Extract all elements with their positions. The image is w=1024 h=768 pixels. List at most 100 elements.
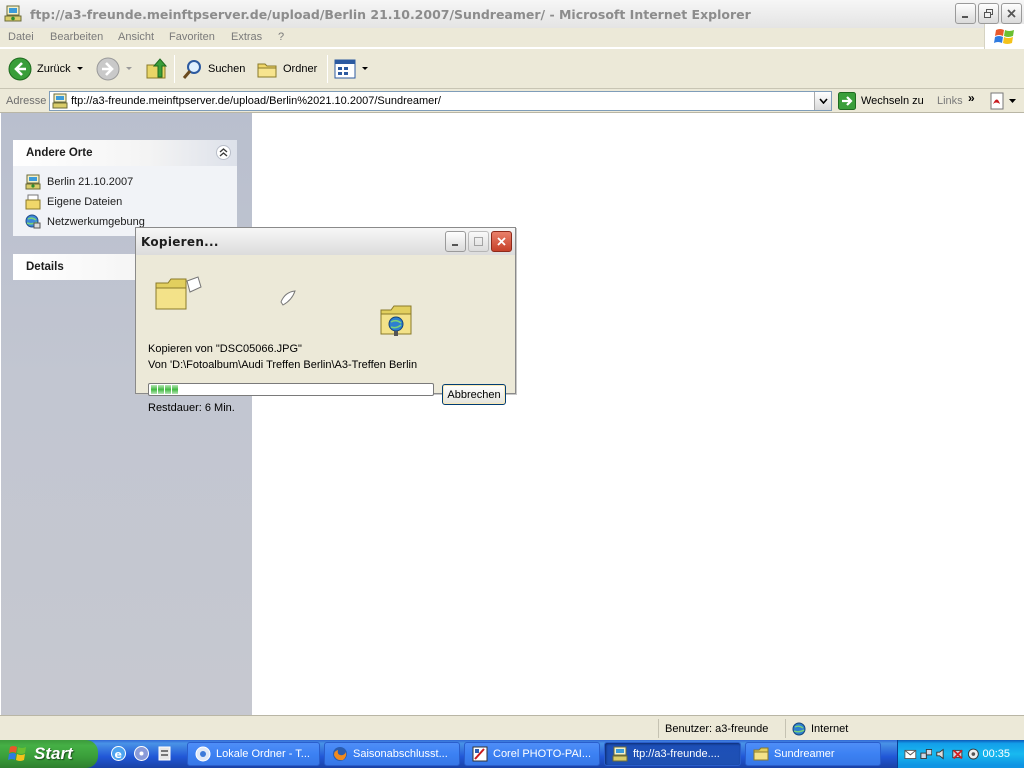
source-path-text: Von 'D:\Fotoalbum\Audi Treffen Berlin\A3… bbox=[148, 359, 418, 371]
other-places-title: Andere Orte bbox=[26, 147, 93, 159]
system-tray: 00:35 bbox=[897, 740, 1024, 768]
menu-help[interactable]: ? bbox=[278, 31, 284, 43]
source-folder-icon bbox=[155, 276, 202, 310]
window-title: ftp://a3-freunde.meinftpserver.de/upload… bbox=[30, 6, 751, 22]
taskbar-item-label: Lokale Ordner - T... bbox=[216, 748, 310, 760]
back-arrow-icon bbox=[8, 57, 32, 81]
taskbar-item-firefox[interactable]: Saisonabschlusst... bbox=[324, 742, 460, 766]
other-places-header[interactable]: Andere Orte bbox=[13, 140, 237, 166]
taskbar-item-corel[interactable]: Corel PHOTO-PAI... bbox=[464, 742, 600, 766]
dialog-maximize-button[interactable] bbox=[468, 231, 489, 252]
volume-tray-icon[interactable] bbox=[935, 747, 948, 761]
pdf-button[interactable] bbox=[988, 92, 1016, 110]
chevron-down-icon bbox=[126, 67, 132, 70]
menu-datei[interactable]: Datei bbox=[8, 31, 34, 43]
copy-dialog: Kopieren... Kopieren von "DSC05066.JPG" … bbox=[135, 227, 516, 414]
internet-globe-icon bbox=[792, 722, 806, 735]
taskbar-item-label: ftp://a3-freunde.... bbox=[633, 748, 720, 760]
menu-bar: Datei Bearbeiten Ansicht Favoriten Extra… bbox=[0, 28, 1024, 48]
other-places-panel: Andere Orte Berlin 21.10.2007 Eigene Dat… bbox=[13, 140, 237, 236]
folders-button[interactable]: Ordner bbox=[256, 55, 317, 83]
network-tray-icon[interactable] bbox=[920, 747, 933, 761]
chevron-down-icon bbox=[1009, 98, 1016, 103]
menu-extras[interactable]: Extras bbox=[231, 31, 262, 43]
ftp-folder-icon bbox=[25, 174, 41, 190]
media-quicklaunch-icon[interactable] bbox=[133, 745, 150, 762]
minimize-icon bbox=[962, 16, 968, 18]
links-more-icon[interactable]: » bbox=[968, 91, 975, 105]
folder-icon bbox=[753, 747, 769, 761]
details-title: Details bbox=[26, 261, 64, 273]
copy-progress-bar bbox=[148, 383, 434, 396]
views-button[interactable] bbox=[334, 55, 369, 83]
chevron-down-icon bbox=[818, 98, 828, 104]
my-documents-icon bbox=[25, 194, 41, 210]
restore-button[interactable] bbox=[978, 3, 999, 24]
taskbar-item-label: Sundreamer bbox=[774, 748, 835, 760]
standard-toolbar: Zurück Suchen Ordner bbox=[0, 49, 1024, 89]
taskbar-item-sundreamer[interactable]: Sundreamer bbox=[745, 742, 881, 766]
svg-text:e: e bbox=[115, 748, 122, 761]
links-toolbar-label[interactable]: Links bbox=[937, 95, 963, 107]
dialog-close-button[interactable] bbox=[491, 231, 512, 252]
progress-segment bbox=[165, 385, 171, 394]
file-list-area[interactable] bbox=[252, 113, 1024, 715]
go-button[interactable]: Wechseln zu bbox=[838, 92, 924, 110]
forward-button[interactable] bbox=[96, 55, 133, 83]
search-button[interactable]: Suchen bbox=[181, 55, 245, 83]
address-bar: Adresse ftp://a3-freunde.meinftpserver.d… bbox=[0, 89, 1024, 113]
address-input[interactable]: ftp://a3-freunde.meinftpserver.de/upload… bbox=[49, 91, 832, 111]
menu-ansicht[interactable]: Ansicht bbox=[118, 31, 154, 43]
taskbar-item-ftp[interactable]: ftp://a3-freunde.... bbox=[604, 742, 741, 766]
cancel-button[interactable]: Abbrechen bbox=[442, 384, 506, 405]
taskbar-item-outlook[interactable]: Lokale Ordner - T... bbox=[187, 742, 320, 766]
clock[interactable]: 00:35 bbox=[982, 748, 1010, 760]
pdf-icon bbox=[990, 92, 1004, 110]
ie-quicklaunch-icon[interactable]: e bbox=[110, 745, 127, 762]
back-button[interactable]: Zurück bbox=[8, 55, 84, 83]
up-folder-icon bbox=[146, 58, 168, 79]
mail-tray-icon[interactable] bbox=[904, 747, 917, 761]
views-icon bbox=[334, 59, 356, 79]
menu-favoriten[interactable]: Favoriten bbox=[169, 31, 215, 43]
ftp-folder-icon bbox=[4, 5, 22, 22]
status-user: Benutzer: a3-freunde bbox=[658, 719, 785, 738]
show-desktop-quicklaunch-icon[interactable] bbox=[156, 745, 173, 762]
minimize-button[interactable] bbox=[955, 3, 976, 24]
start-button[interactable]: Start bbox=[0, 740, 98, 768]
forward-arrow-icon bbox=[96, 57, 120, 81]
security-tray-icon[interactable] bbox=[967, 747, 980, 761]
window-titlebar[interactable]: ftp://a3-freunde.meinftpserver.de/upload… bbox=[0, 0, 1024, 28]
place-link-berlin[interactable]: Berlin 21.10.2007 bbox=[25, 172, 237, 192]
status-zone-label: Internet bbox=[811, 722, 849, 735]
folders-label: Ordner bbox=[283, 63, 318, 75]
place-link-label: Netzwerkumgebung bbox=[47, 216, 145, 228]
network-disconnected-tray-icon[interactable] bbox=[951, 747, 964, 761]
close-button[interactable] bbox=[1001, 3, 1022, 24]
maximize-icon bbox=[474, 237, 483, 246]
progress-segment bbox=[158, 385, 164, 394]
menu-bearbeiten[interactable]: Bearbeiten bbox=[50, 31, 103, 43]
status-message bbox=[0, 719, 658, 738]
address-dropdown-button[interactable] bbox=[814, 92, 831, 110]
ftp-folder-icon bbox=[52, 93, 68, 109]
windows-logo bbox=[984, 24, 1024, 50]
status-user-label: Benutzer: a3-freunde bbox=[665, 722, 769, 735]
remaining-time-text: Restdauer: 6 Min. bbox=[148, 402, 235, 414]
address-value: ftp://a3-freunde.meinftpserver.de/upload… bbox=[71, 95, 441, 107]
windows-flag-icon bbox=[993, 29, 1014, 44]
go-label: Wechseln zu bbox=[861, 95, 924, 107]
collapse-button[interactable] bbox=[216, 145, 231, 160]
dialog-minimize-button[interactable] bbox=[445, 231, 466, 252]
windows-flag-icon bbox=[8, 746, 26, 761]
back-label: Zurück bbox=[37, 63, 71, 75]
status-zone: Internet bbox=[785, 719, 1024, 738]
up-folder-button[interactable] bbox=[145, 55, 169, 83]
copy-dialog-title: Kopieren... bbox=[141, 234, 219, 249]
close-icon bbox=[497, 237, 506, 246]
search-label: Suchen bbox=[208, 63, 246, 75]
corel-photopaint-icon bbox=[472, 746, 488, 762]
flying-document-icon bbox=[280, 290, 296, 306]
taskbar: Start e Lokale Ordner - T... Saisonabsch… bbox=[0, 740, 1024, 768]
place-link-my-documents[interactable]: Eigene Dateien bbox=[25, 192, 237, 212]
